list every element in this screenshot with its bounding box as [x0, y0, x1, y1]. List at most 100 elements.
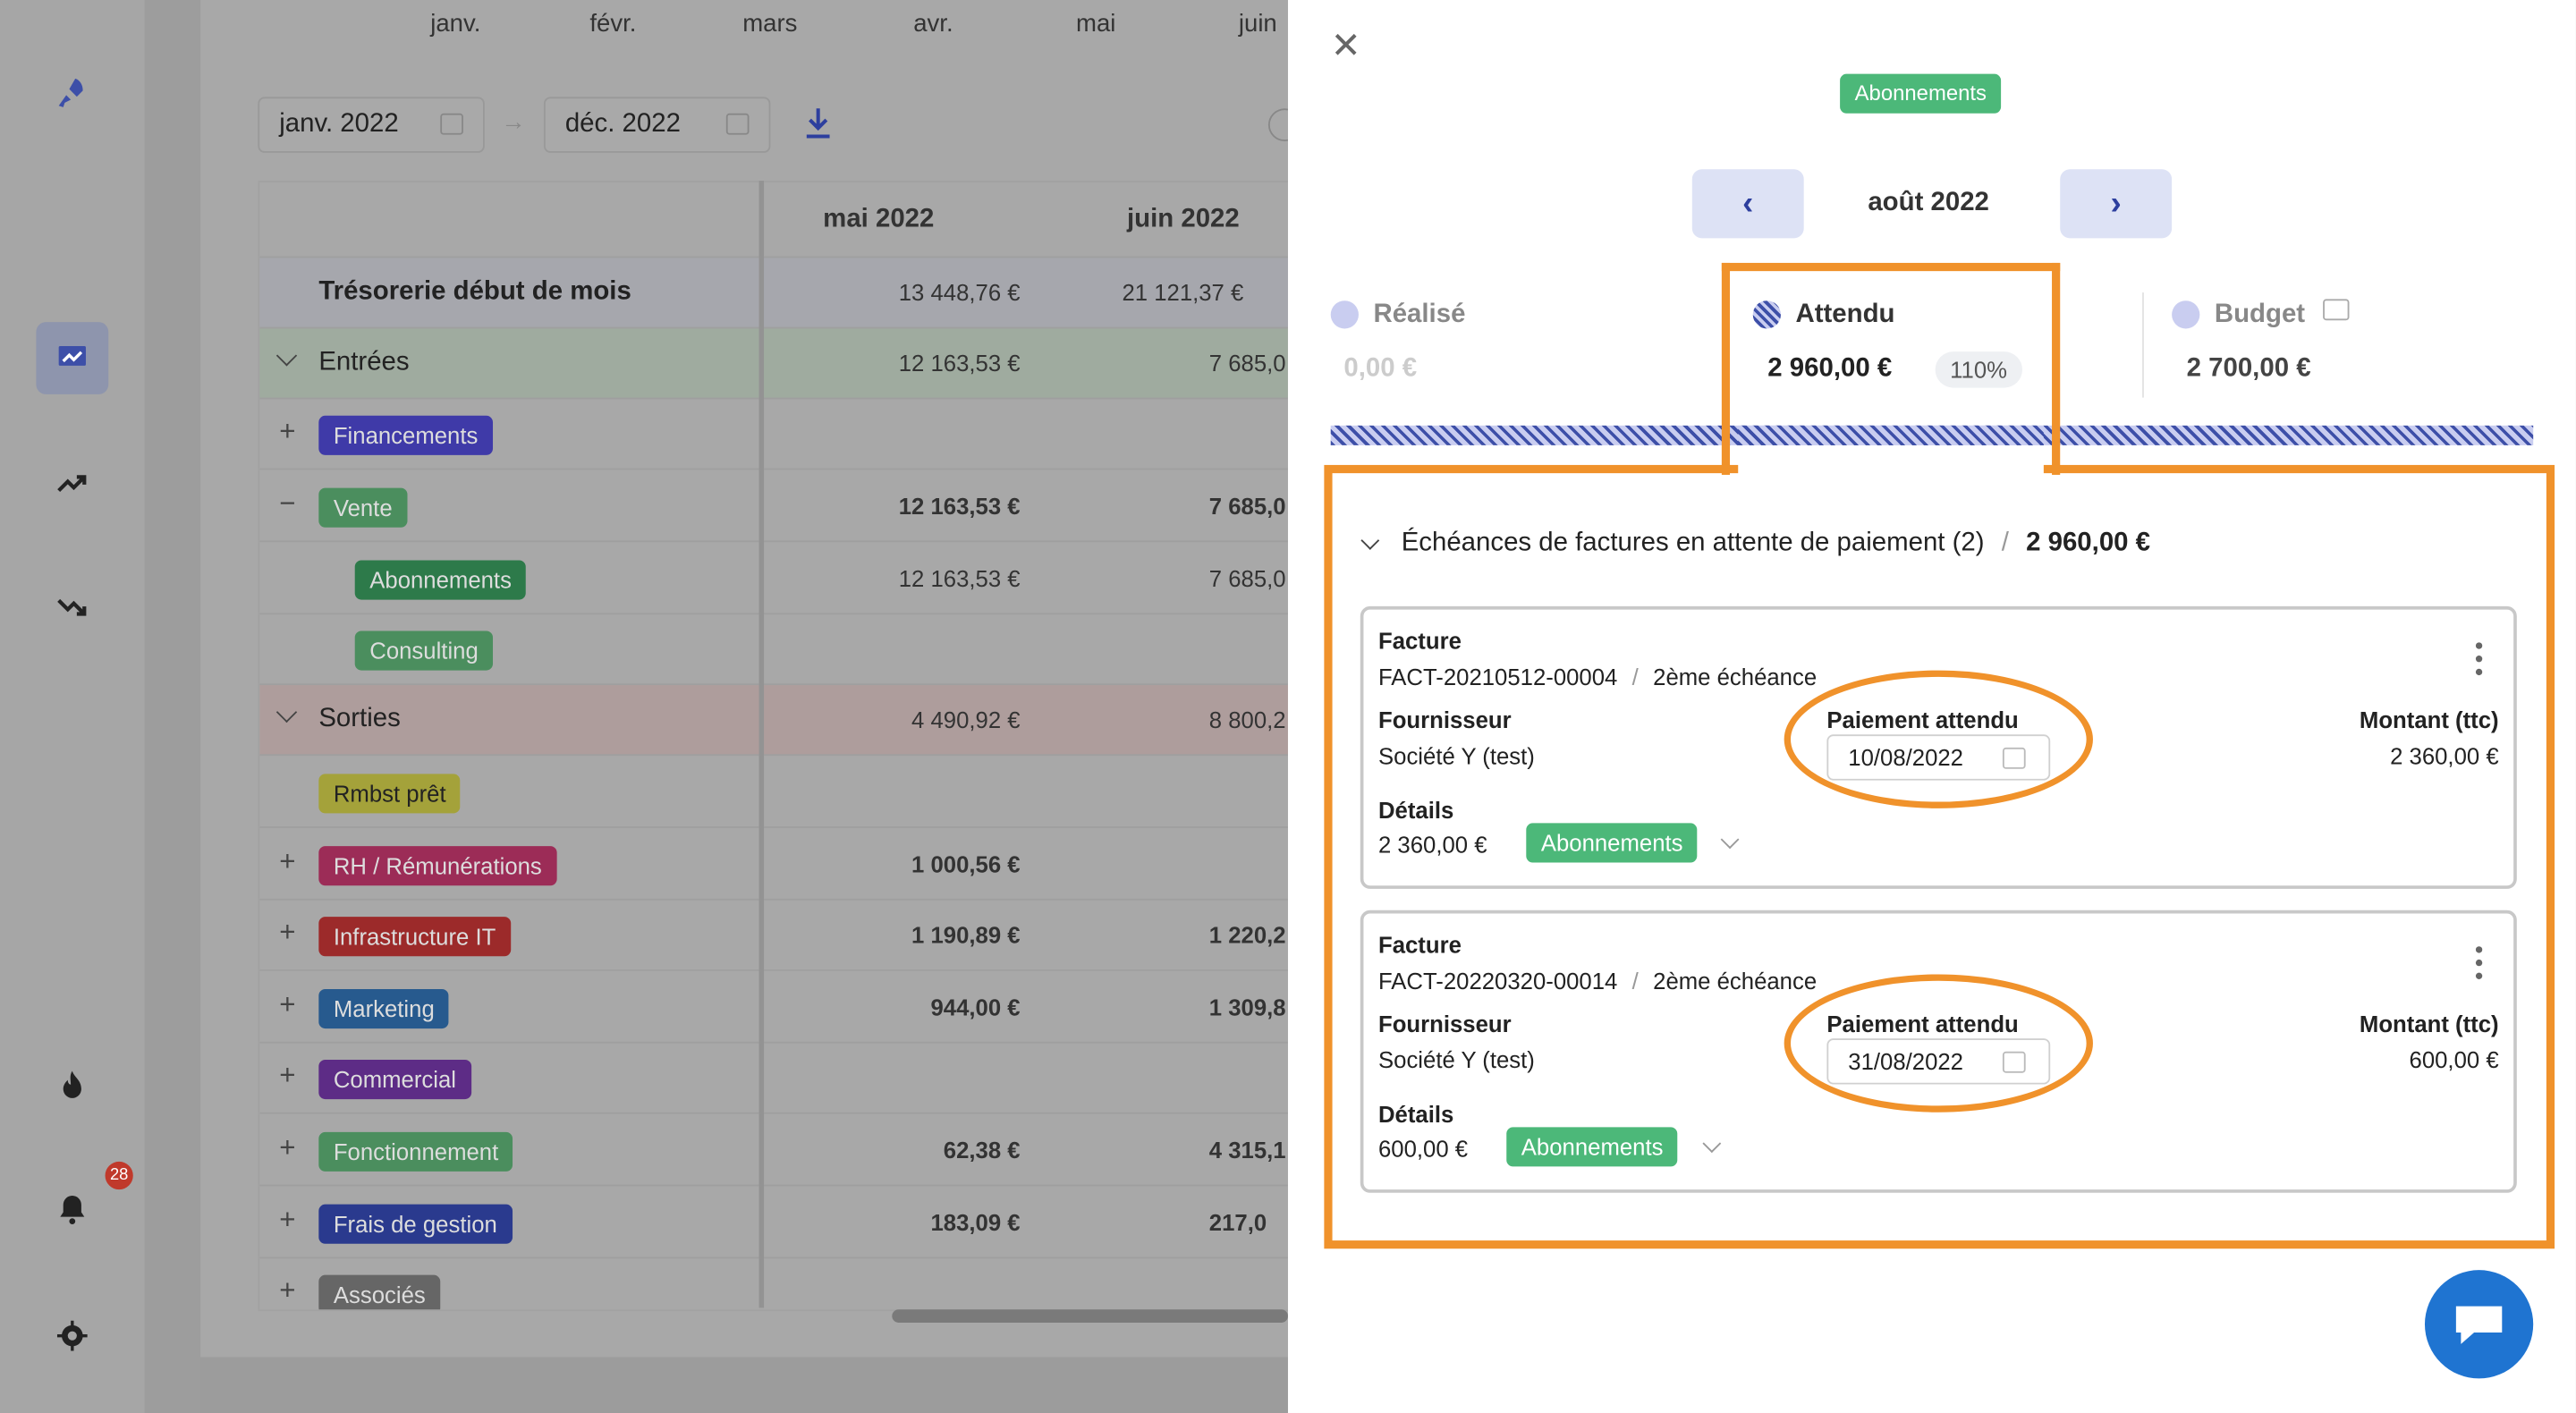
details-panel: ✕ Abonnements ‹ août 2022 › Réalisé 0,00…: [1287, 0, 2576, 1413]
category-tag[interactable]: RH / Rémunérations: [318, 846, 557, 886]
collapse-minus-icon[interactable]: −: [279, 488, 295, 521]
expand-plus-icon[interactable]: +: [279, 1132, 295, 1165]
category-tag[interactable]: Associés: [318, 1274, 441, 1310]
bell-icon[interactable]: [36, 1173, 108, 1246]
section-title-text: Échéances de factures en attente de paie…: [1401, 529, 1985, 557]
month-label: févr.: [589, 10, 637, 38]
table-row: + Commercial: [259, 1044, 1290, 1114]
end-date-picker[interactable]: déc. 2022: [543, 97, 771, 153]
category-tag[interactable]: Rmbst prêt: [318, 774, 462, 814]
table-row: Rmbst prêt: [259, 757, 1290, 828]
expand-plus-icon[interactable]: +: [279, 989, 295, 1022]
realise-dot-icon: [1330, 300, 1359, 329]
month-label: avr.: [913, 10, 953, 38]
row-value: 4 315,1: [1208, 1137, 1286, 1163]
close-icon[interactable]: ✕: [1331, 27, 1361, 63]
rocket-logo-icon[interactable]: [36, 57, 108, 130]
row-value: 7 685,0: [1208, 493, 1286, 520]
dashboard-icon[interactable]: [36, 322, 109, 394]
next-month-button[interactable]: ›: [2060, 169, 2173, 239]
category-tag[interactable]: Financements: [318, 415, 493, 455]
row-value: 7 685,0: [1208, 350, 1286, 377]
table-row: + Fonctionnement 62,38 € 4 315,1: [259, 1115, 1290, 1187]
section-title: Échéances de factures en attente de paie…: [1402, 529, 2150, 559]
table-row: Consulting: [259, 614, 1290, 686]
notification-badge: 28: [105, 1161, 133, 1190]
start-date-picker[interactable]: janv. 2022: [258, 97, 485, 153]
details-category-tag[interactable]: Abonnements: [1506, 1127, 1679, 1167]
row-value: 217,0: [1208, 1209, 1267, 1236]
category-tag[interactable]: Frais de gestion: [318, 1204, 513, 1244]
supplier-value: Société Y (test): [1377, 742, 1535, 769]
category-tag[interactable]: Abonnements: [354, 560, 527, 600]
category-tag[interactable]: Vente: [318, 487, 408, 528]
table-row: + RH / Rémunérations 1 000,56 €: [259, 830, 1290, 901]
category-tag[interactable]: Marketing: [318, 988, 450, 1029]
fire-icon[interactable]: [36, 1050, 108, 1122]
download-icon[interactable]: [801, 106, 835, 150]
chevron-down-icon[interactable]: [1720, 830, 1740, 850]
expand-plus-icon[interactable]: +: [279, 1060, 295, 1093]
chevron-down-icon[interactable]: [275, 701, 298, 723]
row-value: 12 163,53 €: [898, 564, 1021, 592]
chevron-down-icon[interactable]: [1702, 1134, 1722, 1154]
separator: /: [1631, 664, 1639, 690]
expand-plus-icon[interactable]: +: [279, 917, 295, 950]
details-category-tag[interactable]: Abonnements: [1526, 823, 1699, 863]
table-row: + Infrastructure IT 1 190,89 € 1 220,2: [259, 901, 1290, 971]
trending-down-icon[interactable]: [36, 571, 108, 644]
amount-value: 2 360,00 €: [2390, 742, 2499, 769]
row-value: 944,00 €: [930, 994, 1021, 1020]
invoice-type-label: Facture: [1377, 627, 1462, 655]
outline-gap: [1738, 458, 2044, 478]
supplier-label: Fournisseur: [1377, 1010, 1512, 1037]
chevron-right-icon: ›: [2110, 184, 2122, 222]
chat-button[interactable]: [2424, 1270, 2534, 1379]
progress-bar-segment: [1738, 425, 2044, 445]
row-value: 8 800,2: [1208, 706, 1286, 733]
invoice-card[interactable]: Facture FACT-20220320-00014 / 2ème échéa…: [1360, 910, 2517, 1193]
expand-plus-icon[interactable]: +: [279, 1205, 295, 1238]
calendar-icon: [725, 113, 750, 135]
more-options-icon[interactable]: [2475, 642, 2483, 676]
start-date-value: janv. 2022: [279, 110, 399, 139]
row-value: 1 220,2: [1208, 921, 1286, 949]
previous-month-button[interactable]: ‹: [1691, 169, 1804, 239]
category-tag: Abonnements: [1840, 73, 2002, 114]
trending-up-icon[interactable]: [36, 447, 108, 520]
row-value: 1 190,89 €: [911, 921, 1021, 949]
settings-gear-icon[interactable]: [36, 1299, 108, 1372]
row-value: 7 685,0: [1208, 564, 1286, 592]
amount-value: 600,00 €: [2409, 1046, 2499, 1073]
row-value: 12 163,53 €: [898, 350, 1021, 377]
table-row: Abonnements 12 163,53 € 7 685,0: [259, 544, 1290, 615]
supplier-label: Fournisseur: [1377, 706, 1512, 733]
table-row: Entrées 12 163,53 € 7 685,0: [259, 328, 1290, 400]
more-options-icon[interactable]: [2475, 946, 2483, 979]
row-value: 12 163,53 €: [898, 493, 1021, 520]
row-label: Sorties: [318, 705, 401, 733]
table-header-row: mai 2022 juin 2022: [259, 182, 1290, 258]
category-tag[interactable]: Consulting: [354, 630, 494, 671]
column-header: juin 2022: [1126, 205, 1240, 233]
chevron-down-icon[interactable]: [275, 345, 298, 367]
realise-label: Réalisé: [1373, 300, 1466, 329]
category-tag[interactable]: Fonctionnement: [318, 1131, 513, 1172]
expand-plus-icon[interactable]: +: [279, 846, 295, 879]
category-tag[interactable]: Commercial: [318, 1059, 471, 1100]
budget-value: 2 700,00 €: [2186, 354, 2311, 384]
sidebar-gutter: [144, 0, 201, 1413]
row-label: Trésorerie début de mois: [318, 277, 631, 306]
table-row: + Financements: [259, 399, 1290, 470]
horizontal-scrollbar[interactable]: [892, 1309, 1288, 1323]
invoice-card[interactable]: Facture FACT-20210512-00004 / 2ème échéa…: [1360, 605, 2517, 889]
table-row: + Associés: [259, 1258, 1290, 1310]
row-value: 183,09 €: [930, 1209, 1021, 1236]
comment-icon[interactable]: [2323, 299, 2350, 321]
expand-plus-icon[interactable]: +: [279, 416, 295, 449]
invoice-installment: 2ème échéance: [1653, 968, 1818, 994]
expand-plus-icon[interactable]: +: [279, 1275, 295, 1308]
invoice-reference: FACT-20210512-00004 / 2ème échéance: [1378, 664, 1817, 690]
details-amount: 600,00 €: [1377, 1135, 1469, 1162]
category-tag[interactable]: Infrastructure IT: [318, 917, 511, 957]
